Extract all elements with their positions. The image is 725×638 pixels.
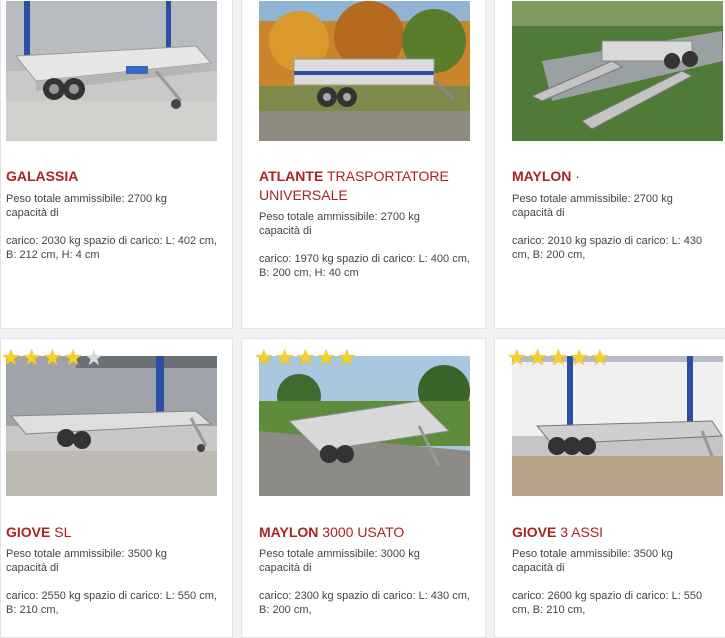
product-cargo: carico: 2300 kg spazio di carico: L: 430… (259, 590, 470, 616)
product-title[interactable]: GALASSIA (6, 167, 226, 186)
star-icon: ★ (589, 345, 610, 370)
product-capacity-label: capacità di (512, 207, 565, 219)
rating-stars: ★ ★ ★ ★ ★ (507, 347, 610, 369)
product-capacity-label: capacità di (6, 562, 59, 574)
product-image[interactable] (512, 1, 723, 141)
product-weight: Peso totale ammissibile: 3500 kg (6, 548, 167, 560)
product-weight: Peso totale ammissibile: 3500 kg (512, 548, 673, 560)
star-icon: ★ (83, 345, 104, 370)
product-capacity-label: capacità di (512, 562, 565, 574)
star-icon: ★ (254, 345, 274, 370)
product-cargo: carico: 2030 kg spazio di carico: L: 402… (6, 235, 217, 261)
product-weight: Peso totale ammissibile: 2700 kg (259, 211, 420, 223)
rating-stars: ★ ★ ★ ★ ★ (254, 347, 357, 369)
product-cargo: carico: 1970 kg spazio di carico: L: 400… (259, 253, 470, 279)
star-icon: ★ (274, 345, 295, 370)
product-image[interactable] (6, 1, 217, 141)
product-image[interactable] (6, 356, 217, 496)
product-card-giove-3-assi[interactable]: ★ ★ ★ ★ ★ GIOVE 3 ASSI Peso totale ammissibi… (494, 338, 725, 638)
star-icon: ★ (548, 345, 569, 370)
product-cargo: carico: 2600 kg spazio di carico: L: 550… (512, 590, 703, 616)
product-image[interactable] (512, 356, 723, 496)
product-title[interactable]: GIOVE 3 ASSI (512, 523, 723, 542)
product-cargo: carico: 2010 kg spazio di carico: L: 430… (512, 235, 703, 261)
star-icon: ★ (21, 345, 42, 370)
product-card-giove-sl[interactable]: ★ ★ ★ ★ ★ GIOVE SL Peso totale ammissibile: … (0, 338, 233, 638)
product-image[interactable] (259, 1, 470, 141)
star-icon: ★ (1, 345, 21, 370)
rating-stars: ★ ★ ★ ★ ★ (1, 347, 104, 369)
product-title[interactable]: GIOVE SL (6, 523, 226, 542)
star-icon: ★ (507, 345, 527, 370)
star-icon: ★ (63, 345, 83, 370)
product-weight: Peso totale ammissibile: 2700 kg (6, 193, 167, 205)
star-icon: ★ (295, 345, 316, 370)
star-icon: ★ (569, 345, 589, 370)
star-icon: ★ (42, 345, 63, 370)
product-card-galassia[interactable]: GALASSIA Peso totale ammissibile: 2700 k… (0, 0, 233, 329)
product-capacity-label: capacità di (259, 562, 312, 574)
star-icon: ★ (336, 345, 357, 370)
product-capacity-label: capacità di (259, 225, 312, 237)
product-weight: Peso totale ammissibile: 3000 kg (259, 548, 420, 560)
star-icon: ★ (316, 345, 336, 370)
product-card-atlante[interactable]: ATLANTE TRASPORTATORE UNIVERSALE Peso to… (241, 0, 486, 329)
product-card-maylon[interactable]: MAYLON · Peso totale ammissibile: 2700 k… (494, 0, 725, 329)
product-title[interactable]: MAYLON · (512, 167, 723, 186)
product-title[interactable]: ATLANTE TRASPORTATORE UNIVERSALE (259, 167, 479, 205)
product-weight: Peso totale ammissibile: 2700 kg (512, 193, 673, 205)
product-card-maylon-3000[interactable]: ★ ★ ★ ★ ★ MAYLON 3000 USATO Peso totale ammi… (241, 338, 486, 638)
star-icon: ★ (527, 345, 548, 370)
product-title[interactable]: MAYLON 3000 USATO (259, 523, 479, 542)
product-capacity-label: capacità di (6, 207, 59, 219)
product-cargo: carico: 2550 kg spazio di carico: L: 550… (6, 590, 217, 616)
product-image[interactable] (259, 356, 470, 496)
